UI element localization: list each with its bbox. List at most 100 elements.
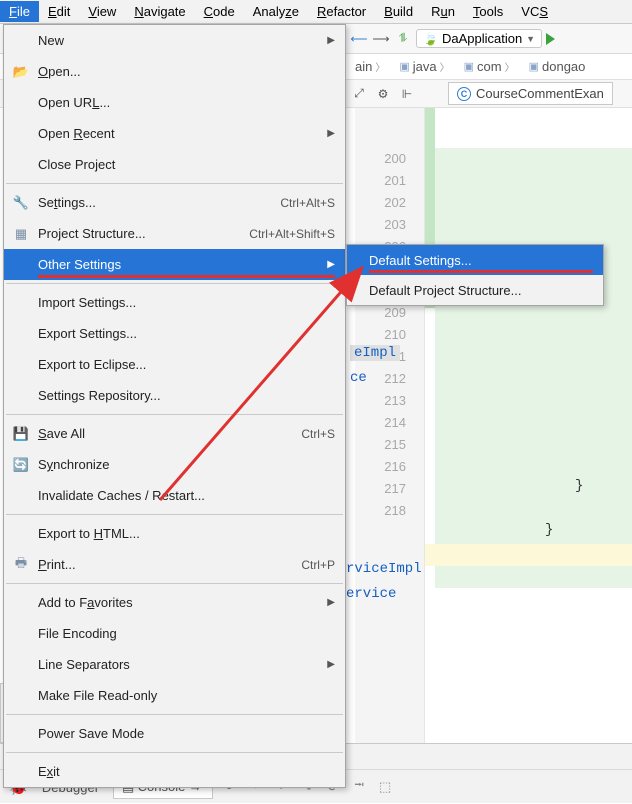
- menu-separator: [6, 283, 343, 284]
- menu-separator: [6, 752, 343, 753]
- menu-separator: [6, 514, 343, 515]
- submenu-arrow-icon: ▶: [327, 659, 335, 670]
- menu-line-separators[interactable]: Line Separators▶: [4, 649, 345, 680]
- menu-vcs[interactable]: VCS: [512, 1, 557, 22]
- submenu-default-settings[interactable]: Default Settings...: [347, 245, 603, 275]
- menu-build[interactable]: Build: [375, 1, 422, 22]
- sync-icon: 🔄: [12, 457, 30, 473]
- editor-area: 200 201 202 203 206 207 208 209 210 211 …: [355, 108, 632, 743]
- menu-separator: [6, 414, 343, 415]
- chevron-right-icon: 〉: [440, 59, 450, 74]
- settings-icon[interactable]: ⊩: [398, 85, 416, 103]
- line-number: 203: [355, 214, 406, 236]
- tab-label: CourseCommentExan: [476, 86, 604, 101]
- menu-file[interactable]: File: [0, 1, 39, 22]
- menu-open-recent[interactable]: Open Recent▶: [4, 118, 345, 149]
- structure-icon: ▦: [12, 226, 30, 242]
- menu-tools[interactable]: Tools: [464, 1, 512, 22]
- menu-export-html[interactable]: Export to HTML...: [4, 518, 345, 549]
- menu-project-structure[interactable]: ▦Project Structure...Ctrl+Alt+Shift+S: [4, 218, 345, 249]
- menu-open[interactable]: 📂Open...: [4, 56, 345, 87]
- line-number: 217: [355, 478, 406, 500]
- line-number: 210: [355, 324, 406, 346]
- menu-separator: [6, 714, 343, 715]
- code-fragment: ervice: [346, 586, 396, 602]
- menu-exit[interactable]: Exit: [4, 756, 345, 787]
- menu-export-settings[interactable]: Export Settings...: [4, 318, 345, 349]
- menu-readonly[interactable]: Make File Read-only: [4, 680, 345, 711]
- code-fragment: rviceImpl: [346, 561, 422, 577]
- menu-analyze[interactable]: Analyze: [244, 1, 308, 22]
- code-brace: }: [575, 478, 583, 494]
- submenu-default-project-structure[interactable]: Default Project Structure...: [347, 275, 603, 305]
- menu-code[interactable]: Code: [195, 1, 244, 22]
- chevron-down-icon: ▼: [526, 34, 535, 44]
- current-line-highlight: [425, 544, 632, 566]
- build-icon[interactable]: ⥮: [394, 30, 412, 48]
- menu-new[interactable]: New▶: [4, 25, 345, 56]
- menu-other-settings[interactable]: Other Settings▶: [4, 249, 345, 280]
- wrench-icon: 🔧: [12, 195, 30, 211]
- gear-icon[interactable]: ⚙: [374, 85, 392, 103]
- leaf-icon: 🍃: [423, 32, 438, 46]
- menu-file-encoding[interactable]: File Encoding: [4, 618, 345, 649]
- menu-export-eclipse[interactable]: Export to Eclipse...: [4, 349, 345, 380]
- menu-synchronize[interactable]: 🔄Synchronize: [4, 449, 345, 480]
- crumb-dongao[interactable]: ▣dongao: [524, 58, 591, 75]
- class-icon: C: [457, 87, 471, 101]
- menu-import-settings[interactable]: Import Settings...: [4, 287, 345, 318]
- submenu-arrow-icon: ▶: [327, 128, 335, 139]
- chevron-right-icon: 〉: [505, 59, 515, 74]
- expand-icon[interactable]: ⤢: [350, 85, 368, 103]
- code-fragment: eImpl: [350, 345, 400, 361]
- chevron-right-icon: 〉: [375, 59, 385, 74]
- diff-block: [435, 148, 632, 588]
- menu-add-favorites[interactable]: Add to Favorites▶: [4, 587, 345, 618]
- line-number: 201: [355, 170, 406, 192]
- menu-run[interactable]: Run: [422, 1, 464, 22]
- annotation-underline: [38, 275, 335, 278]
- crumb-com[interactable]: ▣com〉: [459, 58, 520, 75]
- line-number: 215: [355, 434, 406, 456]
- menu-close-project[interactable]: Close Project: [4, 149, 345, 180]
- menu-invalidate[interactable]: Invalidate Caches / Restart...: [4, 480, 345, 511]
- menu-bar: File Edit View Navigate Code Analyze Ref…: [0, 0, 632, 24]
- other-settings-submenu: Default Settings... Default Project Stru…: [346, 244, 604, 306]
- crumb-java[interactable]: ▣java〉: [394, 58, 454, 75]
- line-number: 218: [355, 500, 406, 522]
- run-config-label: DaApplication: [442, 31, 522, 46]
- line-number: 202: [355, 192, 406, 214]
- menu-view[interactable]: View: [79, 1, 125, 22]
- code-fragment: ce: [350, 370, 367, 386]
- menu-navigate[interactable]: Navigate: [125, 1, 194, 22]
- menu-separator: [6, 183, 343, 184]
- folder-open-icon: 📂: [12, 64, 30, 80]
- folder-icon: ▣: [399, 60, 409, 73]
- back-icon[interactable]: ⟵: [350, 30, 368, 48]
- menu-settings[interactable]: 🔧Settings...Ctrl+Alt+S: [4, 187, 345, 218]
- menu-save-all[interactable]: 💾Save AllCtrl+S: [4, 418, 345, 449]
- menu-open-url[interactable]: Open URL...: [4, 87, 345, 118]
- editor-tab[interactable]: C CourseCommentExan: [448, 82, 613, 105]
- submenu-arrow-icon: ▶: [327, 35, 335, 46]
- save-icon: 💾: [12, 426, 30, 442]
- menu-power-save[interactable]: Power Save Mode: [4, 718, 345, 749]
- run-button[interactable]: [546, 33, 555, 45]
- run-to-cursor-icon[interactable]: ⭲: [349, 777, 369, 797]
- folder-icon: ▣: [529, 60, 539, 73]
- menu-separator: [6, 583, 343, 584]
- code-area[interactable]: } }: [425, 108, 632, 743]
- forward-icon[interactable]: ⟶: [372, 30, 390, 48]
- line-number: 213: [355, 390, 406, 412]
- line-number: 214: [355, 412, 406, 434]
- menu-refactor[interactable]: Refactor: [308, 1, 375, 22]
- menu-settings-repo[interactable]: Settings Repository...: [4, 380, 345, 411]
- submenu-arrow-icon: ▶: [327, 259, 335, 270]
- run-config-selector[interactable]: 🍃 DaApplication ▼: [416, 29, 542, 48]
- evaluate-icon[interactable]: ⬚: [375, 777, 395, 797]
- file-menu-dropdown: New▶ 📂Open... Open URL... Open Recent▶ C…: [3, 24, 346, 788]
- crumb-ain[interactable]: ain〉: [350, 58, 390, 75]
- line-number: 200: [355, 148, 406, 170]
- menu-edit[interactable]: Edit: [39, 1, 79, 22]
- menu-print[interactable]: 🖶Print...Ctrl+P: [4, 549, 345, 580]
